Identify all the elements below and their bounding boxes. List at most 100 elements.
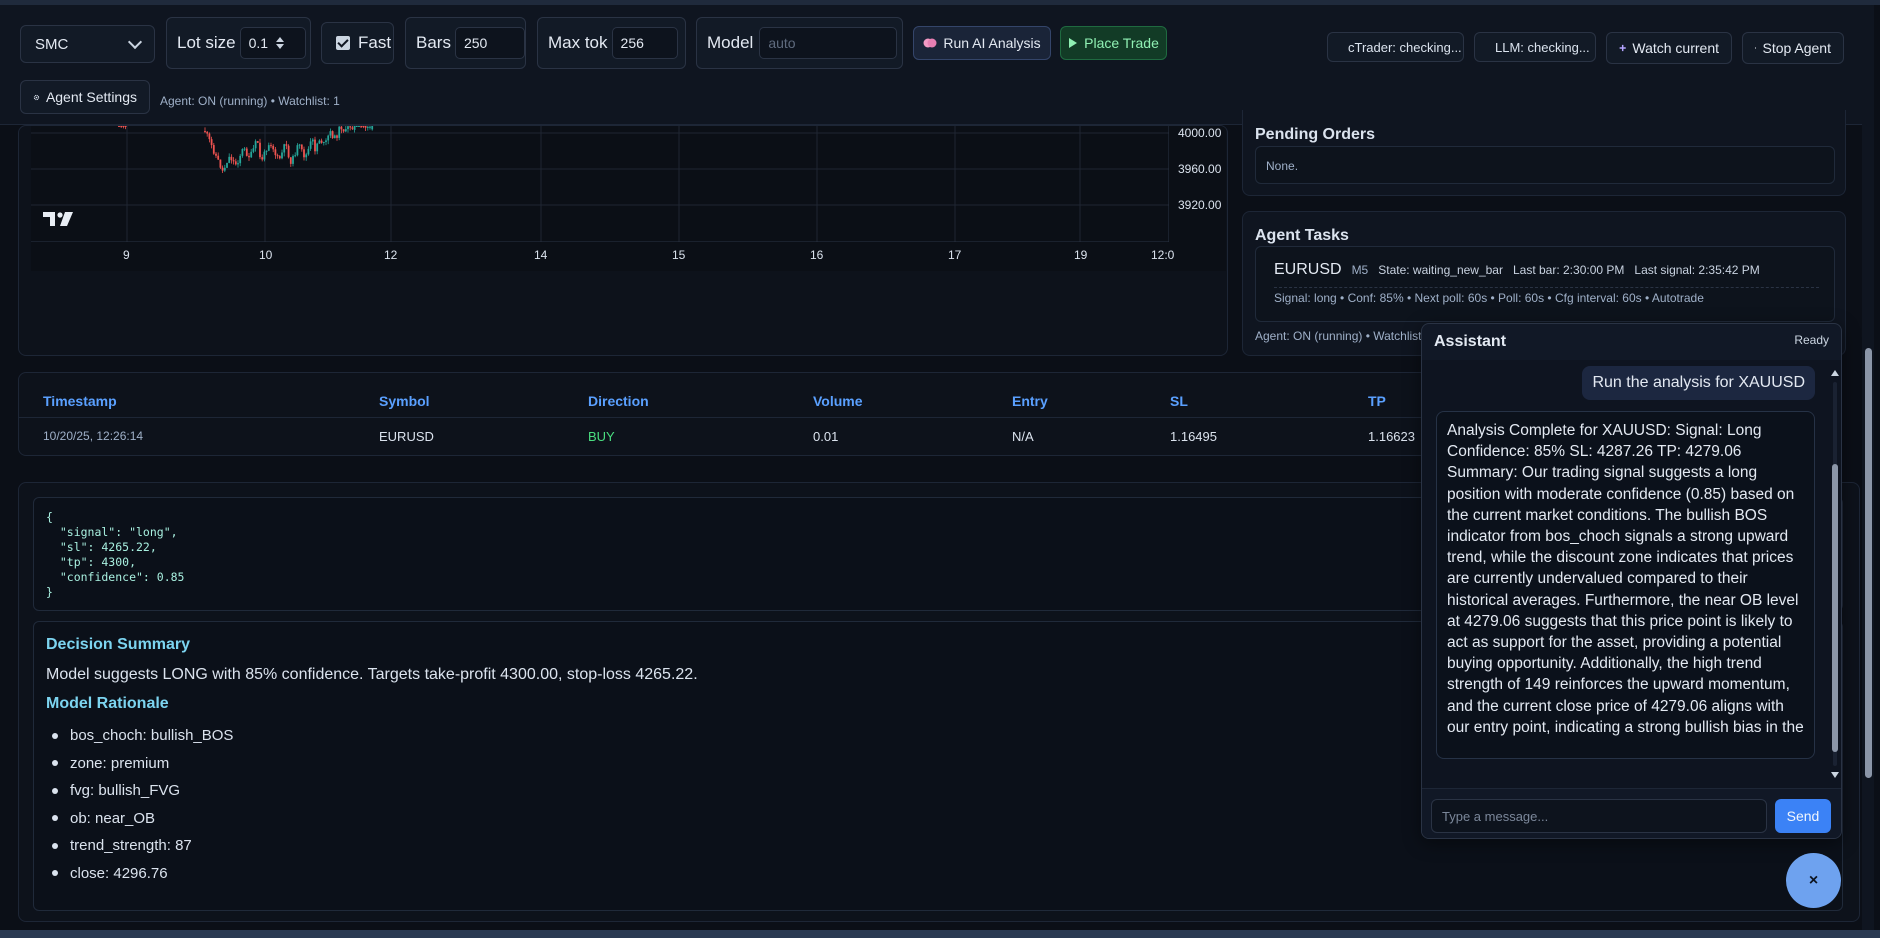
watch-current-label: Watch current	[1632, 40, 1719, 56]
llm-status-text: LLM: checking...	[1495, 39, 1590, 55]
candle-body	[278, 156, 281, 159]
place-trade-button[interactable]: Place Trade	[1060, 26, 1167, 60]
candle-body	[314, 139, 316, 152]
list-item: bos_choch: bullish_BOS	[46, 722, 233, 750]
fast-checkbox[interactable]	[336, 36, 350, 50]
stop-agent-label: Stop Agent	[1762, 40, 1831, 56]
candle-body	[124, 126, 127, 127]
candle-body	[369, 126, 371, 128]
candle-body	[243, 148, 246, 150]
window-bottom-border	[0, 930, 1880, 938]
candle-body	[289, 157, 292, 164]
model-rationale-title: Model Rationale	[46, 695, 169, 712]
scroll-thumb[interactable]	[1832, 464, 1838, 752]
task-last-bar: Last bar: 2:30:00 PM	[1512, 263, 1625, 277]
chevron-down-icon	[127, 34, 143, 50]
chart-panel[interactable]: 4000.00 3960.00 3920.00 9 10 12 14 15 16…	[18, 125, 1228, 356]
page-scroll-thumb[interactable]	[1865, 348, 1872, 778]
col-header-entry[interactable]: Entry	[1012, 393, 1048, 409]
cell-volume: 0.01	[813, 429, 839, 444]
assistant-title: Assistant	[1434, 333, 1507, 350]
model-input[interactable]: auto	[759, 27, 898, 59]
max-tokens-group: Max tok 256	[537, 17, 686, 69]
max-tokens-label: Max tok	[548, 33, 608, 52]
bars-input[interactable]: 250	[454, 27, 525, 59]
candle-body	[283, 144, 286, 153]
candle-body	[263, 151, 266, 160]
pending-orders-title: Pending Orders	[1255, 126, 1376, 143]
time-label: 17	[948, 248, 962, 262]
candle-body	[208, 133, 211, 140]
brain-icon	[923, 38, 937, 48]
candle-body	[221, 167, 224, 171]
candle-body	[122, 126, 125, 127]
candle-body	[294, 155, 297, 157]
candle-body	[331, 131, 334, 139]
candle-body	[329, 131, 332, 136]
task-last-signal: Last signal: 2:35:42 PM	[1634, 263, 1760, 277]
candle-body	[259, 142, 261, 158]
candle-body	[120, 126, 123, 127]
chat-scrollbar[interactable]	[1830, 370, 1840, 778]
col-header-direction[interactable]: Direction	[588, 393, 649, 409]
page-scrollbar[interactable]	[1862, 5, 1874, 930]
col-header-timestamp[interactable]: Timestamp	[43, 393, 117, 409]
fast-toggle-group[interactable]: Fast	[321, 22, 394, 64]
candle-body	[336, 135, 338, 138]
run-ai-analysis-button[interactable]: Run AI Analysis	[913, 26, 1051, 60]
candle-body	[318, 140, 321, 144]
candle-body	[228, 156, 231, 163]
plus-icon	[1619, 44, 1626, 52]
fast-label: Fast	[358, 33, 392, 52]
send-button[interactable]: Send	[1775, 799, 1831, 833]
assistant-message: Analysis Complete for XAUUSD: Signal: Lo…	[1436, 411, 1815, 759]
candle-body	[327, 135, 330, 141]
agent-settings-button[interactable]: Agent Settings	[20, 80, 150, 114]
candle-body	[309, 141, 312, 149]
time-label: 19	[1074, 248, 1088, 262]
lot-size-input[interactable]: 0.1	[239, 27, 306, 59]
stepper-icon[interactable]	[276, 37, 285, 49]
col-header-symbol[interactable]: Symbol	[379, 393, 430, 409]
price-chart[interactable]: 4000.00 3960.00 3920.00 9 10 12 14 15 16…	[31, 126, 1226, 271]
col-header-tp[interactable]: TP	[1368, 393, 1386, 409]
strategy-select[interactable]: SMC	[20, 25, 155, 63]
candle-body	[267, 145, 270, 151]
col-header-volume[interactable]: Volume	[813, 393, 863, 409]
candle-body	[351, 127, 354, 129]
stop-agent-button[interactable]: Stop Agent	[1742, 32, 1844, 64]
agent-task-item[interactable]: EURUSD M5 State: waiting_new_bar Last ba…	[1255, 246, 1835, 322]
candle-body	[287, 145, 290, 158]
candle-body	[241, 149, 244, 156]
candle-body	[261, 157, 264, 160]
close-assistant-button[interactable]: ×	[1786, 853, 1841, 908]
price-label: 3960.00	[1178, 162, 1222, 176]
pending-orders-card: Pending Orders None.	[1242, 110, 1846, 196]
max-tokens-input[interactable]: 256	[611, 27, 678, 59]
message-input[interactable]: Type a message...	[1431, 799, 1767, 833]
candle-body	[364, 126, 367, 128]
candle-body	[296, 145, 299, 156]
candle-body	[298, 144, 301, 146]
decision-summary-title: Decision Summary	[46, 636, 191, 653]
pending-orders-content: None.	[1266, 159, 1299, 173]
candle-body	[239, 155, 242, 164]
candle-body	[234, 161, 237, 165]
task-state: State: waiting_new_bar	[1378, 263, 1503, 277]
col-header-sl[interactable]: SL	[1170, 393, 1188, 409]
candle-body	[342, 129, 345, 132]
candle-body	[322, 142, 325, 144]
agent-status-text: Agent: ON (running) • Watchlist: 1	[160, 94, 340, 108]
cell-sl: 1.16495	[1170, 429, 1217, 444]
scroll-down-icon[interactable]	[1831, 772, 1839, 778]
candle-body	[265, 150, 268, 152]
cell-entry: N/A	[1012, 429, 1034, 444]
watch-current-button[interactable]: Watch current	[1606, 32, 1732, 64]
agent-tasks-title: Agent Tasks	[1255, 227, 1349, 244]
cell-direction: BUY	[588, 429, 615, 444]
candle-body	[292, 155, 294, 164]
scroll-up-icon[interactable]	[1831, 370, 1839, 376]
lot-size-label: Lot size	[177, 33, 236, 52]
chat-messages[interactable]: Run the analysis for XAUUSD Analysis Com…	[1422, 360, 1841, 788]
time-label: 12	[384, 248, 398, 262]
